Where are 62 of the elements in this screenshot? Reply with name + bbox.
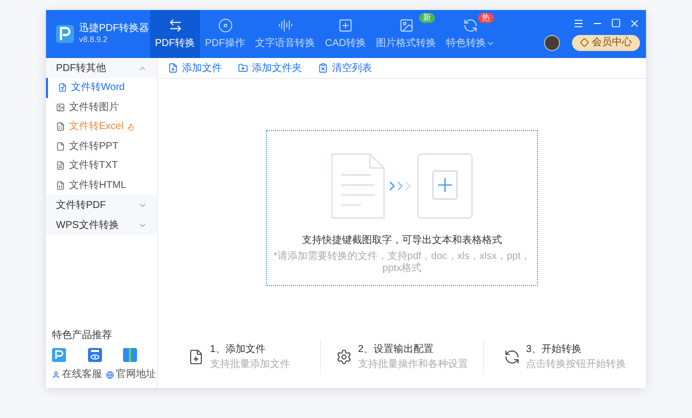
- toolbar-button[interactable]: 清空列表: [318, 60, 372, 76]
- file-icon: [56, 142, 65, 151]
- sidebar-item[interactable]: 文件转图片: [46, 98, 157, 117]
- website-link[interactable]: 官网地址: [106, 367, 156, 382]
- sidebar-item[interactable]: 文件转PPT: [46, 136, 157, 156]
- section-heading: 特色产品推荐: [52, 328, 113, 343]
- diamond-icon: [580, 38, 589, 47]
- nav-tab[interactable]: CAD转换: [320, 10, 372, 58]
- supported-formats-note: *请添加需要转换的文件，支持pdf，doc，xls，xlsx，ppt，pptx格式: [272, 251, 532, 275]
- app-icon[interactable]: [52, 348, 66, 362]
- customer-service-link[interactable]: 在线客服: [52, 367, 102, 382]
- step-subtitle: 支持批量添加文件: [210, 358, 290, 372]
- step-subtitle: 支持批量操作和各种设置: [358, 358, 468, 372]
- refresh-icon: [504, 349, 520, 365]
- nav-tab[interactable]: PDF操作: [200, 10, 250, 58]
- clipboard-icon: [318, 63, 328, 73]
- flame-icon: [127, 122, 136, 131]
- disc-icon: [218, 18, 232, 32]
- settings-icon: [336, 349, 352, 365]
- nav-tab[interactable]: 新 图片格式转换: [371, 10, 442, 58]
- step-title: 2、设置输出配置: [358, 342, 435, 357]
- sidebar-item[interactable]: 文件转Word: [46, 78, 157, 98]
- badge: 热: [478, 13, 494, 23]
- folder-plus-icon: [238, 63, 248, 73]
- toolbar-button[interactable]: 添加文件: [168, 60, 222, 76]
- file-icon: [56, 102, 65, 112]
- app-version: v8.8.9.2: [79, 34, 108, 45]
- step-subtitle: 点击转换按钮开始转换: [526, 358, 626, 372]
- chevrons-right-icon: [389, 181, 413, 191]
- document-icon: [331, 153, 385, 219]
- image-icon: [398, 18, 414, 32]
- badge: 新: [419, 13, 436, 23]
- step-title: 3、开始转换: [526, 343, 583, 357]
- step-title: 1、添加文件: [210, 342, 267, 357]
- app-name: 迅捷PDF转换器: [79, 23, 149, 34]
- member-center-button[interactable]: 会员中心: [572, 34, 640, 50]
- nav-tab[interactable]: 文字语音转换: [250, 10, 320, 58]
- file-icon: [56, 161, 65, 170]
- menu-icon[interactable]: [573, 18, 584, 28]
- nav-tab[interactable]: PDF转换: [150, 10, 200, 58]
- close-icon[interactable]: [629, 18, 640, 28]
- nav-tab[interactable]: 热 特色转换: [441, 10, 500, 58]
- file-plus-icon: [168, 63, 178, 73]
- sidebar-item[interactable]: 文件转TXT: [46, 156, 157, 176]
- file-icon: [56, 180, 65, 190]
- sidebar-group-header[interactable]: WPS文件转换: [46, 215, 157, 235]
- add-file-drawing: [417, 153, 473, 219]
- sound-wave-icon: [278, 18, 292, 32]
- sidebar-item[interactable]: 文件转HTML: [46, 176, 157, 195]
- globe-icon: [106, 370, 114, 378]
- maximize-icon[interactable]: [611, 18, 621, 28]
- file-icon: [56, 122, 65, 132]
- person-icon: [52, 370, 60, 378]
- sidebar-group-header[interactable]: PDF转其他: [46, 58, 157, 78]
- drop-zone-hint: 支持快捷键截图取字，可导出文本和表格格式: [302, 234, 502, 248]
- app-logo: [56, 25, 74, 43]
- toolbar-button[interactable]: 添加文件夹: [238, 60, 302, 76]
- avatar[interactable]: [544, 34, 560, 50]
- sidebar-group-header[interactable]: 文件转PDF: [46, 195, 157, 215]
- drop-zone[interactable]: 支持快捷键截图取字，可导出文本和表格格式 *请添加需要转换的文件，支持pdf，doc，xls，xlsx，ppt，pptx格式: [266, 130, 538, 286]
- file-icon: [58, 83, 67, 92]
- file-plus-icon: [188, 349, 204, 365]
